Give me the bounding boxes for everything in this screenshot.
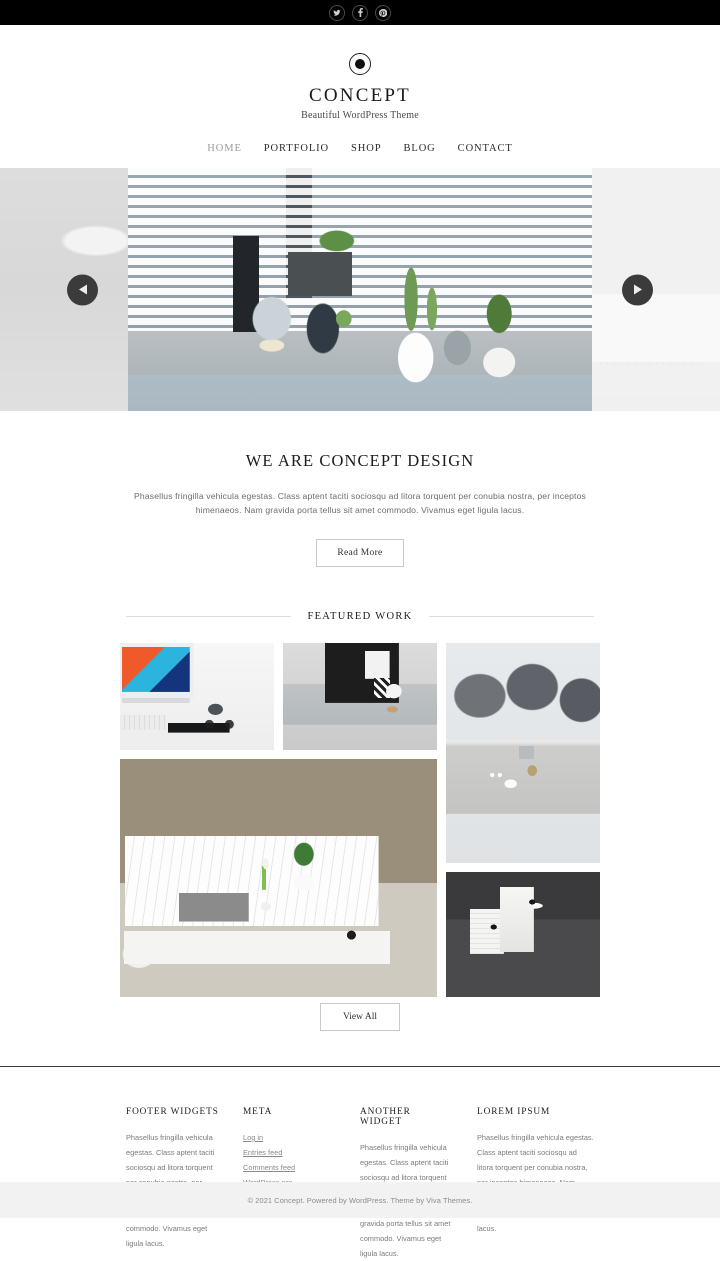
footer-column-title: FOOTER WIDGETS <box>126 1106 219 1117</box>
read-more-button[interactable]: Read More <box>316 538 404 567</box>
gallery-tile-4[interactable] <box>120 758 437 997</box>
site-header: CONCEPT Beautiful WordPress Theme HOME P… <box>0 25 720 168</box>
footer-column-title: LOREM IPSUM <box>477 1106 551 1117</box>
meta-link-entries-feed[interactable]: Entries feed <box>243 1145 336 1160</box>
slide-preview-next[interactable] <box>592 168 720 411</box>
chevron-left-icon <box>78 284 87 295</box>
gallery-image-pallet-table <box>120 758 437 997</box>
nav-item-blog[interactable]: BLOG <box>403 143 435 154</box>
footer-widgets: FOOTER WIDGETS Phasellus fringilla vehic… <box>0 1066 720 1261</box>
slider-next-button[interactable] <box>622 274 653 305</box>
nav-item-shop[interactable]: SHOP <box>351 143 381 154</box>
slider-prev-button[interactable] <box>67 274 98 305</box>
site-title: CONCEPT <box>309 85 411 106</box>
intro-section: WE ARE CONCEPT DESIGN Phasellus fringill… <box>0 411 720 567</box>
nav-item-contact[interactable]: CONTACT <box>458 143 513 154</box>
top-social-bar <box>0 0 720 25</box>
copyright-bar: © 2021 Concept. Powered by WordPress. Th… <box>0 1182 720 1218</box>
footer-column-title: META <box>243 1106 273 1117</box>
pinterest-icon[interactable] <box>375 4 391 21</box>
heading-rule-left <box>126 615 292 617</box>
featured-work-label: FEATURED WORK <box>307 610 413 622</box>
heading-rule-right <box>428 615 594 617</box>
gallery-tile-2[interactable] <box>283 642 437 750</box>
view-all-wrapper: View All <box>0 1002 720 1031</box>
gallery-tile-5[interactable] <box>446 871 600 997</box>
facebook-icon[interactable] <box>352 4 368 21</box>
view-all-button[interactable]: View All <box>320 1002 400 1031</box>
nav-item-home[interactable]: HOME <box>207 143 242 154</box>
circle-dot-logo-icon[interactable] <box>349 53 371 75</box>
featured-work-gallery <box>120 642 600 997</box>
slide-veil-previous <box>0 168 128 411</box>
slide-veil-next <box>592 168 720 411</box>
copyright-text: © 2021 Concept. Powered by WordPress. Th… <box>247 1195 473 1205</box>
site-tagline: Beautiful WordPress Theme <box>301 110 419 121</box>
gallery-image-cushions <box>446 642 600 863</box>
main-navigation: HOME PORTFOLIO SHOP BLOG CONTACT <box>0 143 720 168</box>
gallery-image-ampersand <box>283 642 437 750</box>
meta-link-login[interactable]: Log in <box>243 1130 336 1145</box>
gallery-image-tins <box>446 871 600 997</box>
featured-work-heading: FEATURED WORK <box>126 611 594 622</box>
slide-current[interactable] <box>128 168 592 411</box>
twitter-icon[interactable] <box>329 4 345 21</box>
gallery-tile-1[interactable] <box>120 642 274 750</box>
hero-slider <box>0 168 720 411</box>
intro-title: WE ARE CONCEPT DESIGN <box>245 451 475 470</box>
gallery-image-desk <box>120 642 274 750</box>
gallery-tile-3[interactable] <box>446 642 600 863</box>
intro-text: Phasellus fringilla vehicula egestas. Cl… <box>134 491 586 515</box>
meta-link-comments-feed[interactable]: Comments feed <box>243 1160 336 1175</box>
footer-column-title: ANOTHER WIDGET <box>360 1106 411 1127</box>
nav-item-portfolio[interactable]: PORTFOLIO <box>264 143 329 154</box>
slide-preview-previous[interactable] <box>0 168 128 411</box>
chevron-right-icon <box>633 284 642 295</box>
slide-image-plants <box>128 168 592 411</box>
